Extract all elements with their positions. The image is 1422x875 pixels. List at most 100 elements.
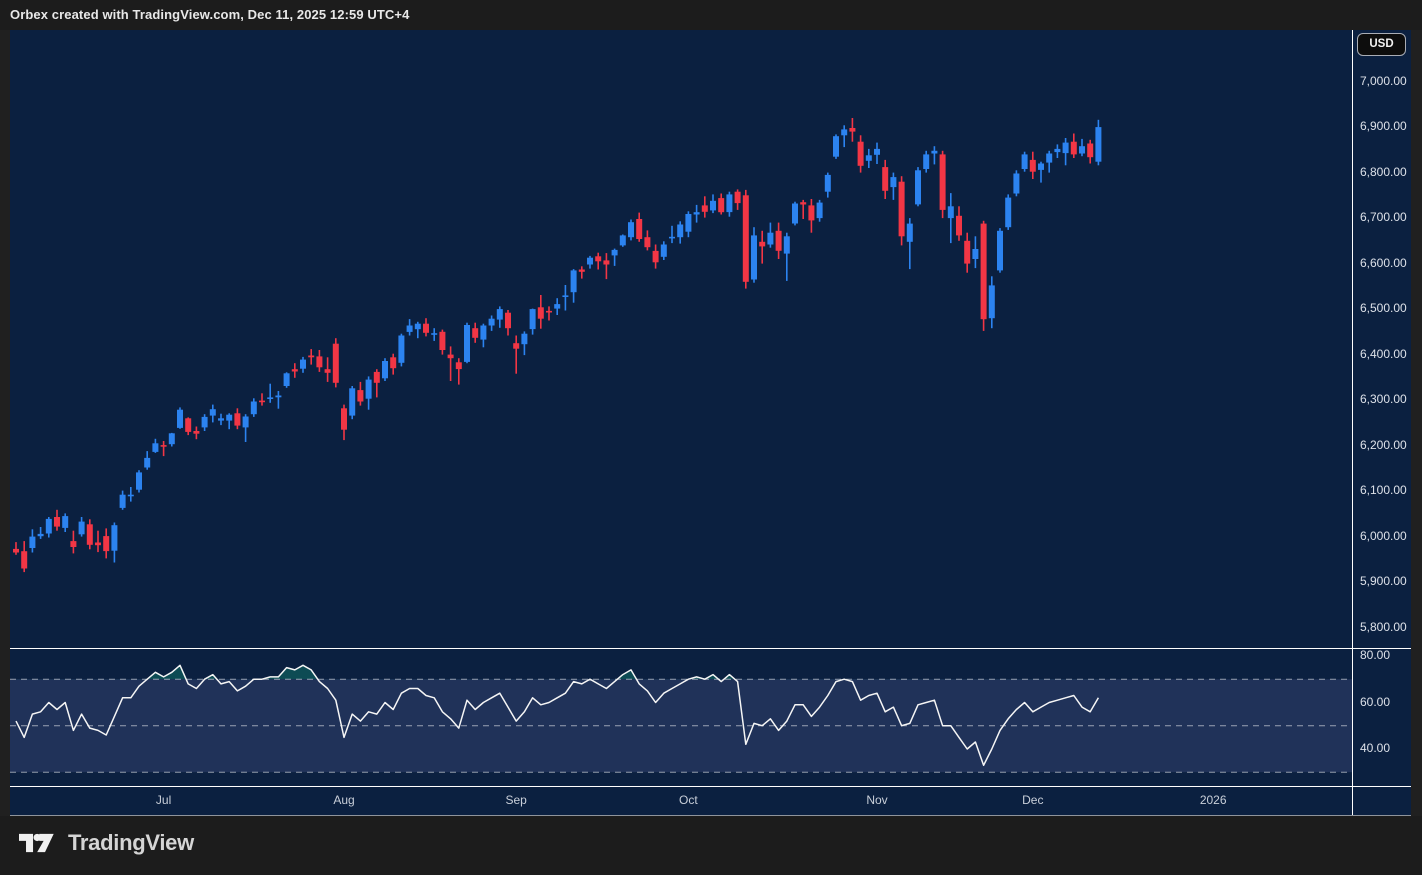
price-axis-label: 6,200.00 — [1360, 438, 1407, 452]
candle-body — [1013, 174, 1019, 194]
candle-body — [423, 324, 429, 333]
price-axis-label: 5,900.00 — [1360, 574, 1407, 588]
price-axis-label: 6,000.00 — [1360, 529, 1407, 543]
candle-body — [562, 295, 568, 297]
candle-body — [817, 203, 823, 219]
footer-bar: TradingView — [0, 816, 1422, 875]
candle-body — [439, 332, 445, 350]
candle-body — [38, 534, 44, 536]
price-axis-label: 6,500.00 — [1360, 301, 1407, 315]
time-axis-label: Nov — [866, 793, 887, 807]
candle-body — [743, 195, 749, 281]
candle-body — [316, 356, 322, 367]
candle-body — [251, 402, 257, 415]
candle-body — [185, 418, 191, 432]
candle-body — [915, 170, 921, 204]
candle-body — [956, 216, 962, 236]
indicator-axis-label: 40.00 — [1360, 741, 1390, 755]
candle-body — [292, 369, 298, 371]
attribution-bar: Orbex created with TradingView.com, Dec … — [0, 0, 1422, 30]
candle-body — [357, 390, 363, 401]
price-pane[interactable] — [10, 30, 1352, 648]
candle-body — [767, 233, 773, 245]
candle-body — [1022, 154, 1028, 169]
candle-body — [538, 307, 544, 318]
candle-body — [776, 231, 782, 251]
candle-body — [1005, 198, 1011, 228]
candle-body — [13, 549, 19, 553]
chart-container: USD 7,000.006,900.006,800.006,700.006,60… — [10, 30, 1411, 816]
candle-body — [169, 433, 175, 444]
rsi-pane[interactable] — [10, 649, 1352, 786]
price-axis-label: 6,400.00 — [1360, 347, 1407, 361]
candle-body — [808, 205, 814, 220]
candle-body — [866, 155, 872, 161]
candle-body — [210, 409, 216, 415]
candle-body — [136, 472, 142, 489]
candle-body — [62, 516, 68, 528]
candle-body — [923, 154, 929, 169]
candle-body — [431, 333, 437, 335]
candle-body — [366, 380, 372, 399]
candle-body — [513, 343, 519, 349]
candle-body — [825, 175, 831, 192]
candle-body — [46, 519, 52, 534]
candle-body — [480, 326, 486, 340]
tradingview-logo-text: TradingView — [68, 830, 194, 856]
candle-body — [849, 128, 855, 132]
candle-body — [669, 237, 675, 239]
candle-body — [472, 328, 478, 338]
candle-body — [521, 334, 527, 345]
candlestick-chart — [10, 30, 1352, 648]
time-axis-label: Oct — [679, 793, 698, 807]
candle-body — [29, 537, 35, 548]
candle-body — [95, 543, 101, 546]
candle-body — [70, 541, 76, 547]
candle-body — [87, 524, 93, 545]
time-axis-corner — [1352, 787, 1411, 815]
indicator-axis[interactable]: 80.0060.0040.00 — [1352, 649, 1411, 786]
candle-body — [726, 194, 732, 212]
indicator-axis-label: 60.00 — [1360, 695, 1390, 709]
price-axis[interactable]: USD 7,000.006,900.006,800.006,700.006,60… — [1352, 30, 1411, 648]
candle-body — [489, 319, 495, 326]
candle-body — [1087, 144, 1093, 158]
tradingview-logo[interactable]: TradingView — [19, 830, 194, 856]
price-axis-label: 6,300.00 — [1360, 392, 1407, 406]
candle-body — [1030, 160, 1036, 172]
candle-body — [661, 245, 667, 257]
candle-body — [677, 225, 683, 238]
candle-body — [530, 309, 536, 329]
rsi-chart — [10, 649, 1352, 786]
candle-body — [341, 408, 347, 429]
candle-body — [718, 198, 724, 212]
time-axis-label: Dec — [1022, 793, 1043, 807]
candle-body — [505, 313, 511, 329]
candle-body — [751, 235, 757, 279]
candle-body — [128, 495, 134, 497]
candle-body — [989, 285, 995, 318]
candle-body — [382, 361, 388, 378]
currency-button[interactable]: USD — [1357, 33, 1406, 56]
time-axis[interactable]: JulAugSepOctNovDec2026 — [10, 787, 1352, 815]
candle-body — [415, 324, 421, 330]
candle-body — [1095, 127, 1101, 162]
candle-body — [161, 445, 167, 447]
price-axis-label: 6,900.00 — [1360, 119, 1407, 133]
candle-body — [735, 192, 741, 203]
candle-body — [1046, 154, 1052, 163]
candle-body — [398, 336, 404, 363]
candle-body — [653, 251, 659, 262]
price-axis-label: 6,100.00 — [1360, 483, 1407, 497]
price-axis-label: 6,700.00 — [1360, 210, 1407, 224]
candle-body — [628, 222, 634, 237]
candle-body — [390, 357, 396, 368]
candle-body — [874, 149, 880, 155]
attribution-text: Orbex created with TradingView.com, Dec … — [0, 0, 409, 22]
candle-body — [964, 241, 970, 264]
time-axis-label: Aug — [333, 793, 354, 807]
candle-body — [349, 388, 355, 415]
candle-body — [177, 410, 183, 428]
candle-body — [333, 344, 339, 383]
candle-body — [792, 204, 798, 224]
